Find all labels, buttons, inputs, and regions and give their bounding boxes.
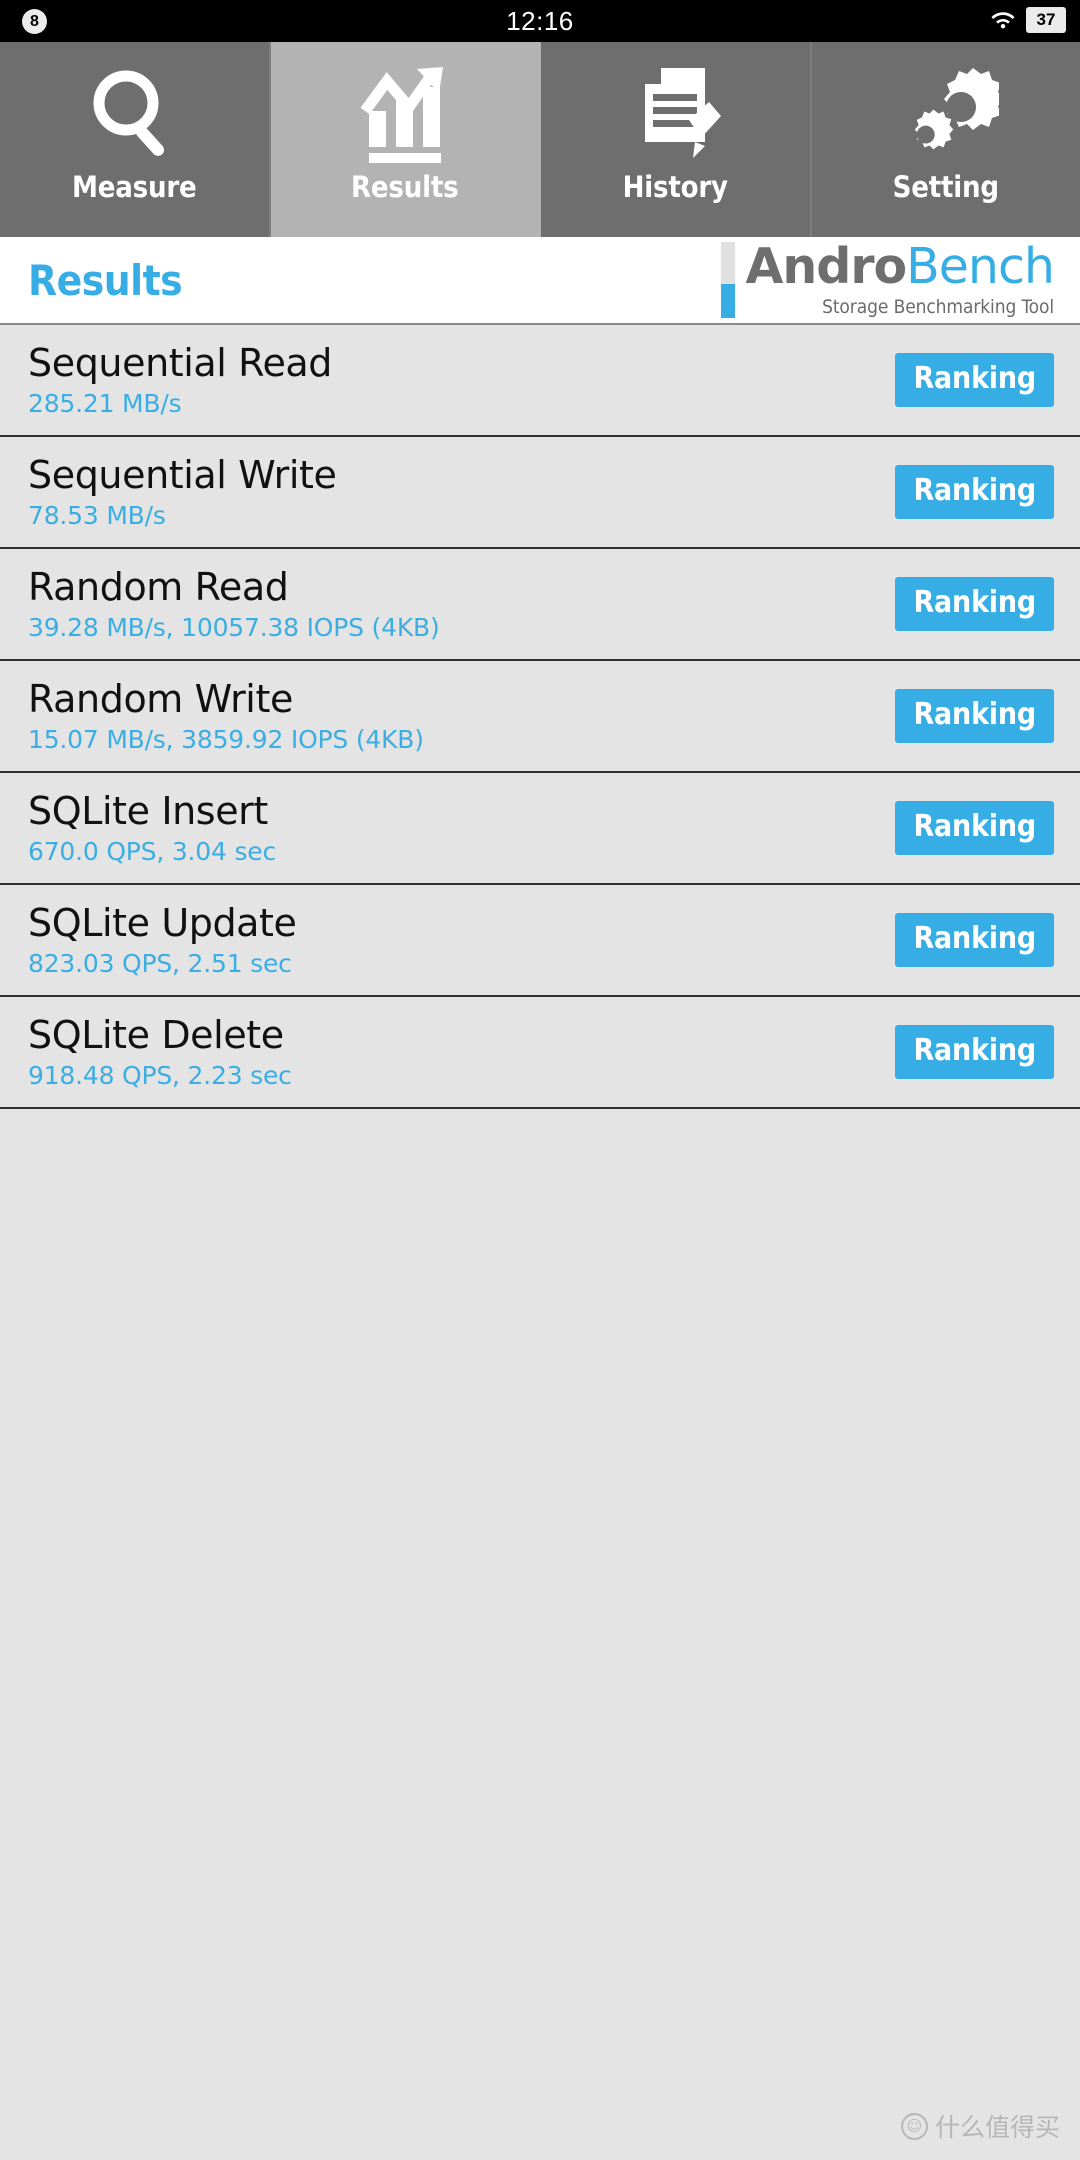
wifi-icon — [989, 6, 1017, 34]
tab-setting[interactable]: Setting — [812, 42, 1080, 237]
status-indicators: 37 — [989, 6, 1066, 34]
tab-bar: Measure Results History Setting — [0, 42, 1080, 237]
smiley-circle-icon: ☺ — [900, 2112, 928, 2140]
benchmark-name: Sequential Write — [28, 452, 337, 497]
brand-tagline: Storage Benchmarking Tool — [822, 296, 1054, 318]
tab-label: Measure — [71, 170, 197, 204]
watermark-text: 什么值得买 — [934, 2113, 1060, 2142]
table-row[interactable]: SQLite Delete 918.48 QPS, 2.23 sec Ranki… — [0, 997, 1080, 1109]
benchmark-name: Sequential Read — [28, 340, 333, 385]
ranking-button[interactable]: Ranking — [895, 689, 1054, 743]
benchmark-value: 285.21 MB/s — [28, 388, 182, 418]
magnifier-icon — [0, 60, 269, 168]
page-header: Results AndroBench Storage Benchmarking … — [0, 237, 1080, 325]
bar-chart-icon — [271, 60, 540, 168]
battery-level-indicator: 37 — [1026, 7, 1066, 33]
table-row[interactable]: Random Write 15.07 MB/s, 3859.92 IOPS (4… — [0, 661, 1080, 773]
tab-label: Results — [351, 170, 459, 204]
benchmark-name: SQLite Update — [28, 900, 297, 945]
tab-label: History — [622, 170, 728, 204]
tab-measure[interactable]: Measure — [0, 42, 271, 237]
tab-label: Setting — [892, 170, 999, 204]
watermark: ☺ 什么值得买 — [900, 2108, 1060, 2144]
table-row[interactable]: SQLite Insert 670.0 QPS, 3.04 sec Rankin… — [0, 773, 1080, 885]
document-edit-icon — [541, 60, 810, 168]
ranking-button[interactable]: Ranking — [895, 1025, 1054, 1079]
benchmark-name: SQLite Delete — [28, 1012, 284, 1057]
table-row[interactable]: Sequential Read 285.21 MB/s Ranking — [0, 325, 1080, 437]
tab-results[interactable]: Results — [270, 42, 541, 237]
table-row[interactable]: SQLite Update 823.03 QPS, 2.51 sec Ranki… — [0, 885, 1080, 997]
gears-icon — [812, 60, 1080, 168]
status-clock: 12:16 — [506, 5, 574, 36]
benchmark-name: SQLite Insert — [28, 788, 268, 833]
table-row[interactable]: Random Read 39.28 MB/s, 10057.38 IOPS (4… — [0, 549, 1080, 661]
benchmark-value: 15.07 MB/s, 3859.92 IOPS (4KB) — [28, 724, 424, 754]
benchmark-value: 78.53 MB/s — [28, 500, 166, 530]
brand-accent-bar — [721, 242, 736, 318]
benchmark-value: 918.48 QPS, 2.23 sec — [28, 1060, 292, 1090]
ranking-button[interactable]: Ranking — [895, 801, 1054, 855]
ranking-button[interactable]: Ranking — [895, 353, 1054, 407]
ranking-button[interactable]: Ranking — [895, 465, 1054, 519]
benchmark-value: 670.0 QPS, 3.04 sec — [28, 836, 276, 866]
ranking-button[interactable]: Ranking — [895, 577, 1054, 631]
page-title: Results — [28, 255, 183, 305]
status-bar: 8 12:16 37 — [0, 0, 1080, 42]
benchmark-value: 39.28 MB/s, 10057.38 IOPS (4KB) — [28, 612, 440, 642]
brand-name-secondary: Bench — [906, 238, 1055, 295]
benchmark-name: Random Write — [28, 676, 293, 721]
benchmark-name: Random Read — [28, 564, 289, 609]
tab-history[interactable]: History — [541, 42, 812, 237]
androbench-logo: AndroBench Storage Benchmarking Tool — [721, 242, 1055, 318]
ranking-button[interactable]: Ranking — [895, 913, 1054, 967]
table-row[interactable]: Sequential Write 78.53 MB/s Ranking — [0, 437, 1080, 549]
results-list: Sequential Read 285.21 MB/s Ranking Sequ… — [0, 325, 1080, 1109]
empty-list-area — [0, 1109, 1080, 1965]
brand-name-primary: Andro — [745, 238, 907, 295]
benchmark-value: 823.03 QPS, 2.51 sec — [28, 948, 292, 978]
